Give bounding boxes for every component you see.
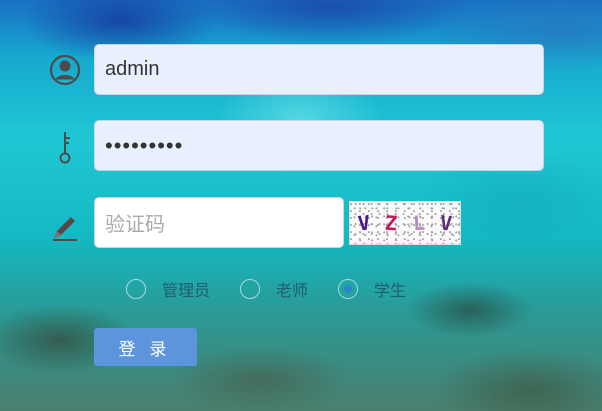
login-button[interactable]: 登录: [94, 328, 197, 366]
radio-admin[interactable]: [126, 279, 146, 299]
role-admin-label: 管理员: [162, 281, 211, 300]
captcha-char: L: [412, 210, 426, 236]
username-input[interactable]: admin: [94, 44, 544, 95]
role-teacher-label: 老师: [276, 281, 309, 300]
captcha-char: V: [439, 210, 454, 236]
captcha-char: V: [356, 210, 371, 236]
captcha-image[interactable]: V Z L V: [349, 201, 461, 245]
pencil-icon: [48, 210, 82, 244]
role-student-label: 学生: [374, 281, 407, 300]
role-admin[interactable]: 管理员: [126, 277, 210, 301]
role-radio-group: 管理员 老师 学生: [126, 276, 436, 302]
radio-student[interactable]: [338, 279, 359, 299]
radio-teacher[interactable]: [240, 279, 261, 299]
role-student[interactable]: 学生: [338, 277, 406, 301]
key-icon: [48, 130, 82, 164]
password-input[interactable]: •••••••••: [94, 120, 544, 171]
captcha-input[interactable]: 验证码: [94, 197, 344, 248]
user-circle-icon: [48, 53, 82, 87]
role-teacher[interactable]: 老师: [240, 277, 308, 301]
captcha-char: Z: [384, 210, 399, 236]
